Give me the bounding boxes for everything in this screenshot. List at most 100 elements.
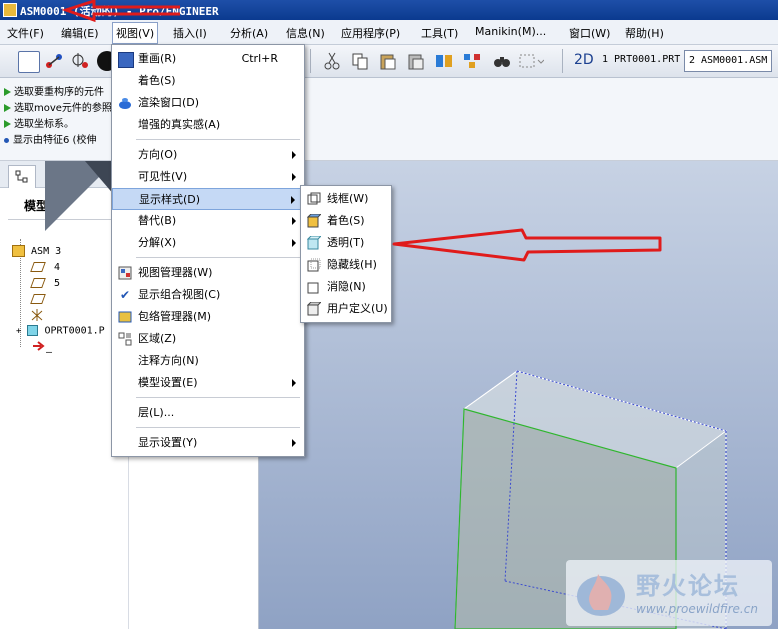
tree-item-datum-plane[interactable]: 5 <box>30 278 60 289</box>
tree-item-part[interactable]: + OPRT0001.P <box>16 325 105 337</box>
2d-view-button[interactable]: 2D <box>570 50 598 70</box>
tree-item-datum-plane[interactable] <box>30 294 46 305</box>
submenu-arrow-icon <box>291 196 295 204</box>
menu-item-shade[interactable]: 着色(S) <box>112 70 304 92</box>
menu-item-layers[interactable]: 层(L)... <box>112 402 304 424</box>
menu-info[interactable]: 信息(N) <box>283 24 328 42</box>
insert-here-arrow-icon <box>33 341 45 351</box>
menu-item-representation[interactable]: 替代(B) <box>112 210 304 232</box>
datum-point-icon[interactable] <box>70 51 90 71</box>
datum-axis-icon[interactable] <box>44 51 64 71</box>
tree-item-coordinate-system[interactable] <box>30 309 44 321</box>
tree-item-insert-here[interactable]: — <box>32 341 52 358</box>
submenu-item-shaded[interactable]: 着色(S) <box>301 210 391 232</box>
paste-icon[interactable] <box>378 51 398 71</box>
view-menu-dropdown: 重画(R) Ctrl+R 着色(S) 渲染窗口(D) 增强的真实感(A) 方向(… <box>111 44 305 457</box>
menu-window[interactable]: 窗口(W) <box>566 24 613 42</box>
submenu-item-no-hidden[interactable]: 消隐(N) <box>301 276 391 298</box>
select-box-icon[interactable] <box>518 51 545 71</box>
menu-item-view-manager[interactable]: 视图管理器(W) <box>112 262 304 284</box>
message-line: 选取坐标系。 <box>4 115 74 130</box>
regen-manager-icon[interactable] <box>462 51 482 71</box>
tree-item-datum-plane[interactable]: 4 <box>30 262 60 273</box>
menu-separator <box>136 427 300 428</box>
render-teapot-icon <box>118 96 132 110</box>
forum-watermark: 野火论坛 www.proewildfire.cn <box>566 560 772 626</box>
watermark-title: 野火论坛 <box>636 572 740 600</box>
coordinate-system-icon <box>31 309 43 321</box>
zone-icon <box>118 332 132 346</box>
view-manager-icon <box>118 266 132 280</box>
menu-insert[interactable]: 插入(I) <box>170 24 210 42</box>
menu-separator <box>136 257 300 258</box>
shaded-icon <box>306 213 323 228</box>
menu-item-repaint[interactable]: 重画(R) Ctrl+R <box>112 48 304 70</box>
message-line: 选取要重构序的元件 <box>4 83 104 98</box>
datum-plane-icon <box>30 262 46 272</box>
submenu-arrow-icon <box>292 439 296 447</box>
menu-item-display-settings[interactable]: 显示设置(Y) <box>112 432 304 454</box>
datum-plane-icon <box>30 294 46 304</box>
sketch-icon[interactable] <box>18 51 40 73</box>
submenu-arrow-icon <box>292 151 296 159</box>
prompt-arrow-icon <box>4 104 11 112</box>
menu-item-explode[interactable]: 分解(X) <box>112 232 304 254</box>
hidden-line-icon <box>307 258 321 272</box>
find-binoculars-icon[interactable] <box>492 51 512 71</box>
menu-manikin[interactable]: Manikin(M)... <box>472 24 549 39</box>
menu-view[interactable]: 视图(V) <box>112 22 159 44</box>
submenu-item-transparent[interactable]: 透明(T) <box>301 232 391 254</box>
assembly-icon <box>12 245 25 257</box>
submenu-item-wireframe[interactable]: 线框(W) <box>301 188 391 210</box>
prompt-arrow-icon <box>4 88 11 96</box>
menu-analysis[interactable]: 分析(A) <box>227 24 271 42</box>
menu-item-envelope-manager[interactable]: 包络管理器(M) <box>112 306 304 328</box>
annotation-arrow-transparent <box>392 228 662 262</box>
watermark-url: www.proewildfire.cn <box>636 602 758 616</box>
forum-logo-icon <box>577 574 625 616</box>
menu-item-annotation-orientation[interactable]: 注释方向(N) <box>112 350 304 372</box>
toolbar-separator <box>310 49 311 73</box>
copy-icon[interactable] <box>350 51 370 71</box>
menu-item-show-combined-views[interactable]: ✔ 显示组合视图(C) <box>112 284 304 306</box>
expand-icon[interactable]: + <box>16 327 21 337</box>
menu-item-render-window[interactable]: 渲染窗口(D) <box>112 92 304 114</box>
menu-applications[interactable]: 应用程序(P) <box>338 24 403 42</box>
wireframe-icon <box>307 192 321 206</box>
envelope-manager-icon <box>118 310 132 324</box>
viewport-corner-shadow <box>45 161 115 231</box>
cut-icon[interactable] <box>322 51 342 71</box>
regenerate-icon[interactable] <box>434 51 454 71</box>
model-tree-tab-icon[interactable] <box>8 165 36 188</box>
menu-edit[interactable]: 编辑(E) <box>58 24 102 42</box>
menu-item-display-style[interactable]: 显示样式(D) <box>112 188 304 210</box>
part-icon <box>27 325 39 336</box>
menu-item-model-setup[interactable]: 模型设置(E) <box>112 372 304 394</box>
submenu-arrow-icon <box>292 173 296 181</box>
info-dot-icon <box>4 137 9 143</box>
submenu-item-hidden-line[interactable]: 隐藏线(H) <box>301 254 391 276</box>
submenu-arrow-icon <box>292 239 296 247</box>
submenu-item-user-defined[interactable]: 用户定义(U) <box>301 298 391 320</box>
checkmark-icon: ✔ <box>119 288 131 302</box>
menu-item-zone[interactable]: 区域(Z) <box>112 328 304 350</box>
tree-item-assembly[interactable]: ASM 3 <box>12 245 61 257</box>
window-tab-prt0001[interactable]: 1 PRT0001.PRT <box>598 50 684 70</box>
no-hidden-icon <box>307 280 321 294</box>
message-line: 选取move元件的参照 <box>4 99 112 114</box>
menu-help[interactable]: 帮助(H) <box>622 24 667 42</box>
menu-item-visibility[interactable]: 可见性(V) <box>112 166 304 188</box>
submenu-arrow-icon <box>292 379 296 387</box>
menu-tools[interactable]: 工具(T) <box>418 24 461 42</box>
toolbar-separator <box>562 49 563 73</box>
menu-item-enhanced-realism[interactable]: 增强的真实感(A) <box>112 114 304 136</box>
paste-special-icon[interactable] <box>406 51 426 71</box>
app-icon <box>3 3 17 17</box>
submenu-arrow-icon <box>292 217 296 225</box>
display-style-submenu: 线框(W) 着色(S) 透明(T) 隐藏线(H) 消隐(N) 用户定义(U) <box>300 185 392 323</box>
user-defined-icon <box>306 301 323 316</box>
window-tab-asm0001[interactable]: 2 ASM0001.ASM <box>684 50 773 72</box>
menu-file[interactable]: 文件(F) <box>4 24 47 42</box>
annotation-arrow-title <box>62 0 180 23</box>
menu-item-orientation[interactable]: 方向(O) <box>112 144 304 166</box>
